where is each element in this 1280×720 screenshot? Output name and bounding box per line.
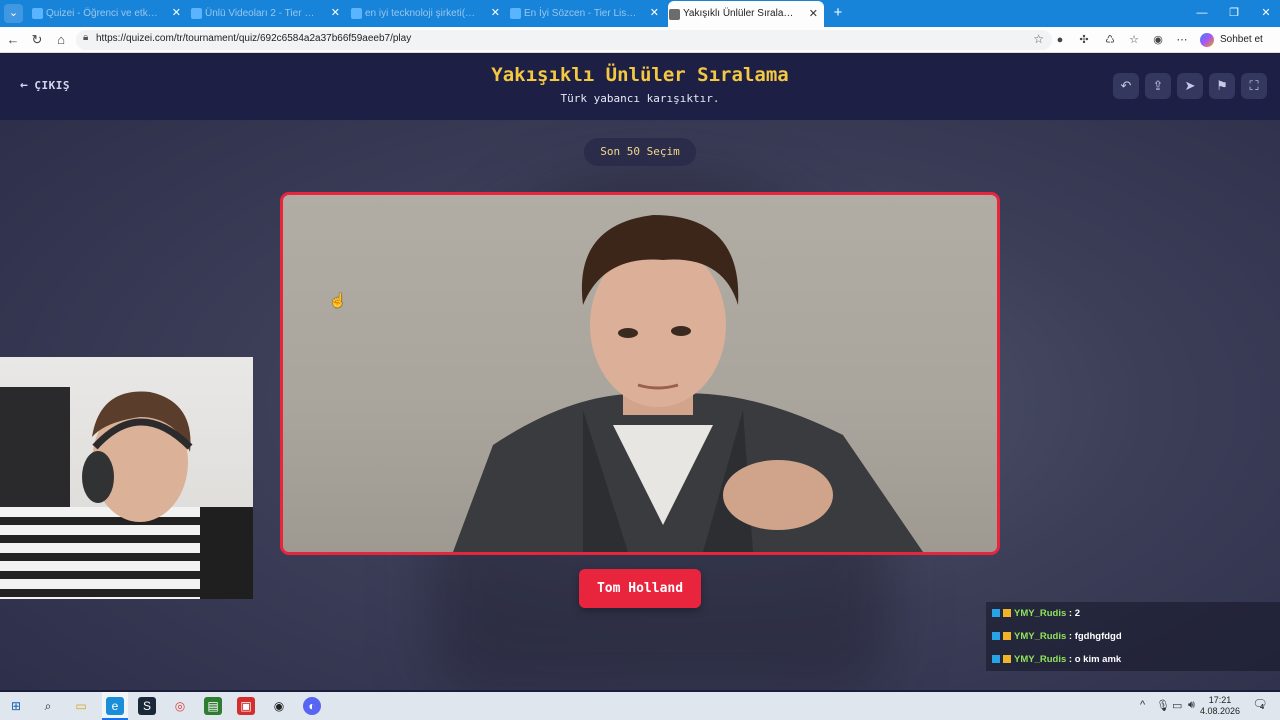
tab-favicon-icon [191, 8, 202, 19]
undo-icon: ↶ [1120, 78, 1132, 93]
new-tab-plus-icon[interactable]: + [831, 3, 845, 23]
flag-icon: ⚑ [1216, 78, 1228, 93]
chat-message: YMY_Rudis : 2 [986, 602, 1280, 625]
edge-browser-icon[interactable]: e [106, 697, 124, 715]
copilot-chat-button[interactable]: Sohbet et [1200, 31, 1263, 49]
browser-tab[interactable]: Ünlü Videoları 2 - Tier List | Kör Sı ✕ [190, 2, 346, 25]
send-icon: ➤ [1184, 78, 1196, 93]
file-explorer-icon[interactable]: ▭ [72, 697, 90, 715]
tab-close-icon[interactable]: ✕ [331, 2, 340, 25]
discord-icon[interactable]: ◐ [303, 697, 321, 715]
candidate-photo [453, 215, 923, 552]
page-subtitle: Türk yabancı karışıktır. [560, 92, 720, 105]
browser-toolbar: ← ↻ ⌂ 🔒︎ https://quizei.com/tr/tournamen… [0, 27, 1280, 53]
minimize-icon[interactable]: — [1192, 4, 1212, 22]
browser-tab[interactable]: En İyi Sözcen - Tier List | Kör Sıra ✕ [509, 2, 665, 25]
puzzle-extensions-icon[interactable]: ✣ [1076, 32, 1092, 48]
taskbar-clock[interactable]: 17:21 4.08.2026 [1200, 695, 1240, 717]
badge-icon [992, 632, 1000, 640]
tab-close-icon[interactable]: ✕ [172, 2, 181, 25]
chat-message: YMY_Rudis : o kim amk [986, 648, 1280, 671]
browser-tab[interactable]: en iyi tecknoloji şirketi(DENİZ) ✕ [350, 2, 506, 25]
app-icon[interactable]: ▤ [204, 697, 222, 715]
app-icon[interactable]: ▣ [237, 697, 255, 715]
exit-button[interactable]: ← ÇIKIŞ [20, 78, 70, 93]
windows-start-icon[interactable]: ⊞ [7, 697, 25, 715]
quiz-header: ← ÇIKIŞ Yakışıklı Ünlüler Sıralama Türk y… [0, 54, 1280, 120]
browser-tab-active[interactable]: Yakışıklı Ünlüler Sıralama - Tier List ✕ [668, 1, 824, 27]
windows-taskbar: ⊞ ⌕ ▭ e S ◎ ▤ ▣ ◉ ◐ ^ 🎙︎ ▭ 🔊︎ 17:21 4.08… [0, 692, 1280, 720]
volume-icon[interactable]: 🔊︎ [1188, 699, 1195, 712]
tray-chevron-icon[interactable]: ^ [1140, 699, 1145, 711]
badge-icon [992, 655, 1000, 663]
steam-icon[interactable]: S [138, 697, 156, 715]
lock-icon: 🔒︎ [83, 32, 89, 43]
stream-chat: YMY_Rudis : 2 YMY_Rudis : fgdhgfdgd YMY_… [986, 602, 1280, 671]
chat-message: YMY_Rudis : fgdhgfdgd [986, 625, 1280, 648]
address-bar[interactable]: 🔒︎ https://quizei.com/tr/tournament/quiz… [76, 30, 1052, 50]
restore-icon[interactable]: ❐ [1224, 4, 1244, 22]
fullscreen-button[interactable]: ⛶ [1241, 73, 1267, 99]
tab-close-icon[interactable]: ✕ [809, 1, 818, 27]
extension-icon[interactable]: ● [1052, 32, 1068, 48]
more-menu-icon[interactable]: ⋯ [1174, 32, 1190, 48]
favorites-icon[interactable]: ☆ [1126, 32, 1142, 48]
browser-tab-strip: ⌄ Quizei - Öğrenci ve etkileşimli s ✕ Ün… [0, 0, 1280, 27]
search-icon[interactable]: ⌕ [39, 697, 57, 715]
url-text[interactable]: https://quizei.com/tr/tournament/quiz/69… [96, 33, 411, 44]
tab-favicon-icon [510, 8, 521, 19]
browser-essentials-icon[interactable]: ♺ [1102, 32, 1118, 48]
microphone-icon[interactable]: 🎙︎ [1156, 699, 1170, 712]
tab-close-icon[interactable]: ✕ [650, 2, 659, 25]
tab-actions-menu-icon[interactable]: ⌄ [4, 4, 23, 23]
copilot-icon [1200, 33, 1214, 47]
obs-icon[interactable]: ◉ [270, 697, 288, 715]
browser-tab[interactable]: Quizei - Öğrenci ve etkileşimli s ✕ [31, 2, 187, 25]
back-arrow-icon: ← [20, 78, 29, 93]
share-icon: ⇪ [1152, 78, 1164, 93]
candidate-name-button[interactable]: Tom Holland [579, 569, 701, 608]
reload-icon[interactable]: ↻ [28, 31, 46, 49]
profile-avatar-icon[interactable]: ◉ [1150, 32, 1166, 48]
send-button[interactable]: ➤ [1177, 73, 1203, 99]
back-arrow-icon[interactable]: ← [4, 31, 22, 49]
favorite-star-icon[interactable]: ☆ [1033, 32, 1044, 46]
chrome-icon[interactable]: ◎ [171, 697, 189, 715]
notifications-icon[interactable]: 🗨︎ 4 [1251, 697, 1269, 715]
home-icon[interactable]: ⌂ [52, 31, 70, 49]
network-icon[interactable]: ▭ [1172, 699, 1182, 712]
badge-icon [992, 609, 1000, 617]
notification-count: 4 [1260, 704, 1264, 711]
webcam-feed [0, 387, 253, 599]
badge-icon [1003, 632, 1011, 640]
fullscreen-icon: ⛶ [1249, 78, 1259, 93]
report-button[interactable]: ⚑ [1209, 73, 1235, 99]
tab-favicon-icon [351, 8, 362, 19]
undo-button[interactable]: ↶ [1113, 73, 1139, 99]
share-button[interactable]: ⇪ [1145, 73, 1171, 99]
badge-icon [1003, 655, 1011, 663]
round-indicator: Son 50 Seçim [584, 138, 696, 166]
webcam-overlay [0, 357, 253, 599]
badge-icon [1003, 609, 1011, 617]
tab-close-icon[interactable]: ✕ [491, 2, 500, 25]
page-title: Yakışıklı Ünlüler Sıralama [491, 64, 789, 86]
window-close-icon[interactable]: ✕ [1256, 4, 1276, 22]
candidate-image-card[interactable] [280, 192, 1000, 555]
tab-favicon-icon [669, 9, 680, 20]
mouse-cursor-icon: ☝ [329, 292, 347, 308]
tab-favicon-icon [32, 8, 43, 19]
